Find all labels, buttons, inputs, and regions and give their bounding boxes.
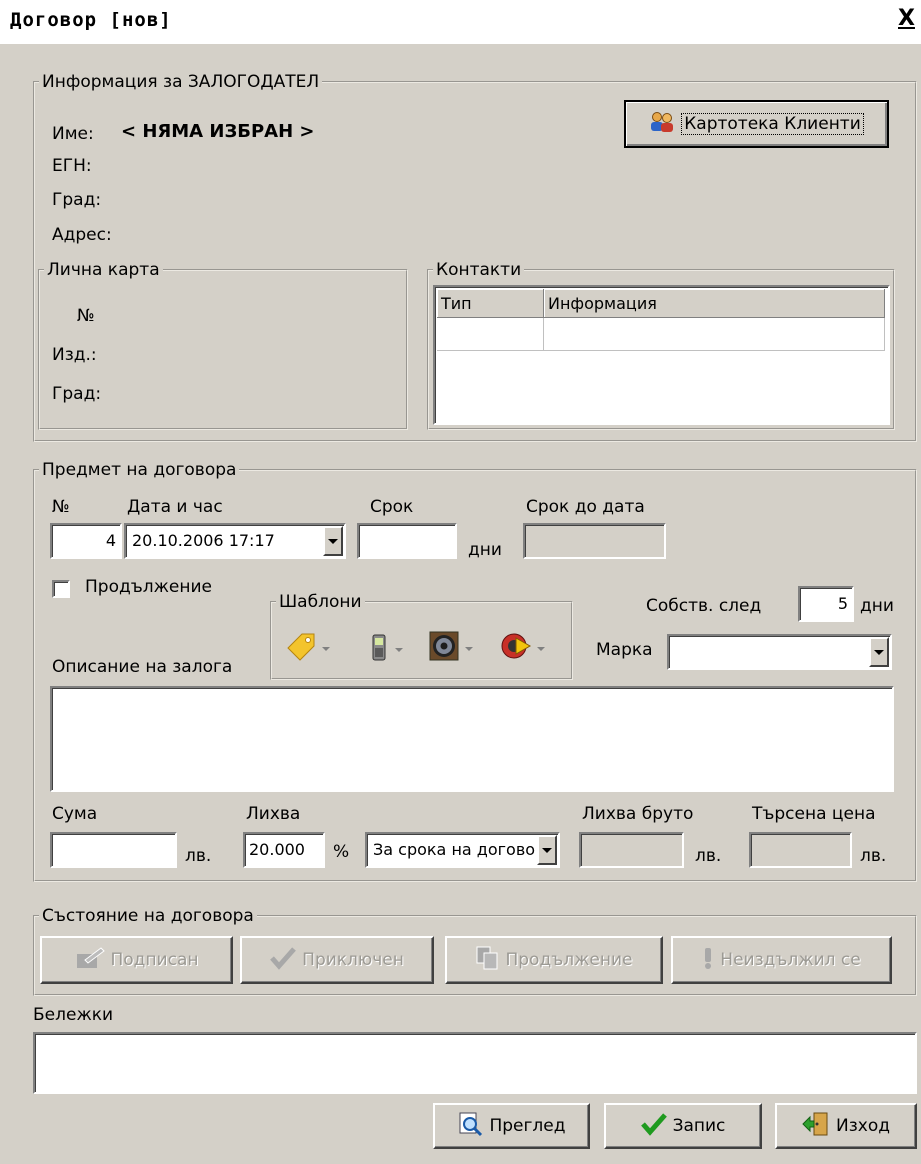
extension-checkbox-label[interactable]: Продължение <box>85 577 212 597</box>
templates-legend: Шаблони <box>279 592 362 612</box>
magnifier-document-icon <box>457 1111 483 1142</box>
datetime-value: 20.10.2006 17:17 <box>132 531 275 550</box>
address-label: Адрес: <box>52 225 112 245</box>
term-date-label: Срок до дата <box>526 497 645 517</box>
notes-label: Бележки <box>33 1005 114 1025</box>
closed-button[interactable]: Приключен <box>240 936 434 984</box>
defaulted-label: Неиздължил се <box>720 950 861 970</box>
term-label: Срок <box>370 497 414 517</box>
gross-interest-unit: лв. <box>695 846 722 866</box>
template-speaker-button[interactable] <box>428 630 473 667</box>
ownership-field[interactable]: 5 <box>798 586 854 622</box>
egn-label: ЕГН: <box>52 156 92 176</box>
signed-label: Подписан <box>110 950 199 970</box>
id-issued-label: Изд.: <box>52 345 97 365</box>
notes-field[interactable] <box>33 1032 917 1094</box>
contacts-legend: Контакти <box>436 260 522 280</box>
checkmark-icon <box>270 946 297 975</box>
chevron-down-icon <box>395 647 403 652</box>
id-city-label: Град: <box>52 384 102 404</box>
save-button[interactable]: Запис <box>604 1103 762 1149</box>
interest-period-value: За срока на договора <box>373 840 536 859</box>
close-button[interactable]: X <box>898 6 915 31</box>
clients-catalog-label: Картотека Клиенти <box>681 113 864 135</box>
subject-legend: Предмет на договора <box>42 460 237 480</box>
id-number-label: № <box>77 306 95 326</box>
extension-checkbox[interactable] <box>52 580 70 598</box>
datetime-dropdown-button[interactable] <box>323 526 343 556</box>
copy-documents-icon <box>475 945 499 976</box>
amount-unit: лв. <box>185 846 212 866</box>
term-date-field <box>523 523 666 559</box>
window-title: Договор [нов] <box>10 9 172 31</box>
column-type[interactable]: Тип <box>437 289 544 318</box>
tag-icon <box>285 630 317 667</box>
contacts-table[interactable]: Тип Информация <box>437 289 885 351</box>
description-label: Описание на залога <box>52 657 233 677</box>
chevron-down-icon <box>465 646 473 651</box>
brand-label: Марка <box>596 640 653 660</box>
exclamation-icon <box>702 946 714 975</box>
amount-label: Сума <box>52 804 98 824</box>
gross-interest-field <box>579 832 684 868</box>
column-information[interactable]: Информация <box>543 289 885 318</box>
number-field[interactable]: 4 <box>50 523 122 559</box>
datetime-picker[interactable]: 20.10.2006 17:17 <box>124 523 346 559</box>
interest-period-select[interactable]: За срока на договора <box>365 832 560 868</box>
chevron-down-icon <box>542 847 552 853</box>
exit-label: Изход <box>836 1116 890 1136</box>
clients-catalog-button[interactable]: Картотека Клиенти <box>624 100 889 148</box>
defaulted-button[interactable]: Неиздължил се <box>671 936 892 984</box>
signed-button[interactable]: Подписан <box>40 936 233 984</box>
media-player-icon <box>500 630 532 667</box>
brand-select[interactable] <box>667 634 892 670</box>
datetime-label: Дата и час <box>127 497 223 517</box>
chevron-down-icon <box>322 646 330 651</box>
exit-button[interactable]: Изход <box>775 1103 917 1149</box>
closed-label: Приключен <box>302 950 404 970</box>
people-icon <box>649 111 675 138</box>
asked-price-field <box>749 832 852 868</box>
chevron-down-icon <box>874 649 884 655</box>
interest-label: Лихва <box>246 804 301 824</box>
status-legend: Състояние на договора <box>42 906 254 926</box>
exit-door-icon <box>802 1111 830 1142</box>
asked-price-unit: лв. <box>860 846 887 866</box>
interest-period-dropdown-button[interactable] <box>537 835 557 865</box>
preview-label: Преглед <box>489 1116 566 1136</box>
description-textarea[interactable] <box>50 686 894 792</box>
save-label: Запис <box>672 1116 726 1136</box>
asked-price-label: Търсена цена <box>752 804 876 824</box>
chevron-down-icon <box>328 538 338 544</box>
city-label: Град: <box>52 190 102 210</box>
name-value: < НЯМА ИЗБРАН > <box>121 121 315 142</box>
term-field[interactable] <box>357 523 457 559</box>
template-phone-button[interactable] <box>368 632 403 667</box>
name-label: Име: <box>52 124 94 144</box>
signature-icon <box>75 946 105 975</box>
mobile-phone-icon <box>368 632 390 667</box>
extension-label: Продължение <box>505 950 633 970</box>
amount-field[interactable] <box>50 832 177 868</box>
number-label: № <box>52 497 70 517</box>
interest-field[interactable]: 20.000 <box>243 832 325 868</box>
checkmark-icon <box>640 1112 667 1141</box>
brand-dropdown-button[interactable] <box>869 637 889 667</box>
template-media-button[interactable] <box>500 630 545 667</box>
speaker-icon <box>428 630 460 667</box>
template-tag-button[interactable] <box>285 630 330 667</box>
extension-button[interactable]: Продължение <box>445 936 663 984</box>
term-days-unit: дни <box>468 540 502 560</box>
ownership-days-unit: дни <box>860 596 894 616</box>
chevron-down-icon <box>537 646 545 651</box>
gross-interest-label: Лихва бруто <box>582 804 694 824</box>
ownership-label: Собств. след <box>646 596 762 616</box>
pledger-info-legend: Информация за ЗАЛОГОДАТЕЛ <box>42 72 320 92</box>
id-card-legend: Лична карта <box>47 260 160 280</box>
preview-button[interactable]: Преглед <box>433 1103 590 1149</box>
percent-sign: % <box>333 842 350 862</box>
table-row[interactable] <box>437 317 885 351</box>
